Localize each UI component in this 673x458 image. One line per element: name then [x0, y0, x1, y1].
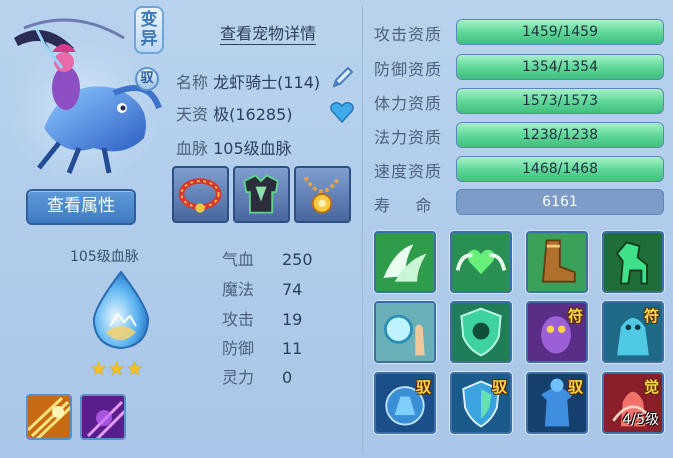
bloodline-row: 血脉 105级血脉 [176, 135, 292, 159]
water-drop-icon [88, 270, 154, 350]
equip-slot-necklace[interactable] [172, 166, 229, 223]
skill-level: 4/5级 [622, 412, 659, 428]
stat-row-attack: 攻击 19 [222, 306, 302, 330]
stat-label: 攻击 [222, 310, 255, 329]
bloodline-label: 血脉 [176, 139, 209, 158]
skill-tag: 符 [643, 307, 659, 325]
skill-tag: 驭 [567, 378, 583, 396]
stat-value: 11 [282, 339, 303, 358]
skill-awaken[interactable]: 觉 4/5级 [602, 372, 664, 434]
mutation-badge: 变异 [134, 6, 164, 54]
skill-slot-small-2[interactable] [80, 394, 126, 440]
name-value: 龙虾骑士(114) [213, 73, 321, 92]
armor-icon [243, 174, 279, 214]
aptitude-value: 1459/1459 [522, 24, 598, 40]
heart-icon[interactable] [330, 101, 354, 124]
stat-value: 250 [282, 250, 313, 269]
stat-label: 魔法 [222, 280, 255, 299]
skill-wings[interactable] [374, 231, 436, 293]
name-row: 名称 龙虾骑士(114) [176, 69, 320, 93]
skill-shield-green[interactable] [450, 301, 512, 363]
aptitude-label-magic: 法力资质 [374, 128, 443, 147]
aptitude-value: 1354/1354 [522, 59, 598, 75]
column-divider [362, 6, 363, 452]
stat-value: 0 [282, 368, 293, 387]
skill-tag: 觉 [643, 378, 659, 396]
stat-value: 74 [282, 280, 303, 299]
aptitude-bar-stamina: 1573/1573 [456, 88, 664, 114]
skill-slot-small-1[interactable] [26, 394, 72, 440]
skill-rune-ghost-cyan[interactable]: 符 [602, 301, 664, 363]
stat-label: 气血 [222, 250, 255, 269]
skill-palm-orb[interactable] [374, 301, 436, 363]
skill-yu-water[interactable]: 驭 [374, 372, 436, 434]
equip-slot-amulet[interactable] [294, 166, 351, 223]
skill-tag: 驭 [491, 378, 507, 396]
name-label: 名称 [176, 73, 209, 92]
aptitude-bar-speed: 1468/1468 [456, 156, 664, 182]
skill-yu-body[interactable]: 驭 [526, 372, 588, 434]
stat-row-hp: 气血 250 [222, 246, 313, 270]
stat-row-defense: 防御 11 [222, 335, 302, 359]
star-rating: ★★★ [90, 358, 145, 380]
aptitude-label-defense: 防御资质 [374, 60, 443, 79]
aptitude-value: 1238/1238 [522, 127, 598, 143]
skill-rune-ghost-purple[interactable]: 符 [526, 301, 588, 363]
talent-value: 极(16285) [213, 105, 293, 124]
amulet-icon [303, 176, 341, 214]
bloodline-value: 105级血脉 [213, 139, 292, 158]
stat-row-spirit: 灵力 0 [222, 364, 292, 388]
equip-slot-armor[interactable] [233, 166, 290, 223]
aptitude-label-attack: 攻击资质 [374, 25, 443, 44]
talent-label: 天资 [176, 105, 209, 124]
skill-tag: 符 [567, 307, 583, 325]
aptitude-value: 1468/1468 [522, 161, 598, 177]
stat-value: 19 [282, 310, 303, 329]
skill-heart-wings[interactable] [450, 231, 512, 293]
aptitude-value: 1573/1573 [522, 93, 598, 109]
lifespan-label: 寿 命 [374, 196, 433, 215]
skill-horse[interactable] [602, 231, 664, 293]
talent-row: 天资 极(16285) [176, 101, 293, 125]
lifespan-value: 6161 [456, 189, 664, 215]
mutation-label: 变异 [140, 10, 158, 49]
stat-label: 防御 [222, 339, 255, 358]
stat-row-mp: 魔法 74 [222, 276, 302, 300]
edit-icon[interactable] [330, 64, 356, 90]
aptitude-label-speed: 速度资质 [374, 162, 443, 181]
skill-tag: 驭 [415, 378, 431, 396]
skill-yu-shield[interactable]: 驭 [450, 372, 512, 434]
view-pet-details-link[interactable]: 查看宠物详情 [220, 20, 317, 45]
aptitude-bar-magic: 1238/1238 [456, 122, 664, 148]
aptitude-label-stamina: 体力资质 [374, 94, 443, 113]
bloodline-badge-title: 105级血脉 [70, 249, 139, 265]
stat-label: 灵力 [222, 368, 255, 387]
skill-boots[interactable] [526, 231, 588, 293]
view-attributes-button[interactable]: 查看属性 [26, 189, 136, 225]
yu-badge: 驭 [135, 67, 159, 91]
aptitude-bar-defense: 1354/1354 [456, 54, 664, 80]
aptitude-bar-attack: 1459/1459 [456, 19, 664, 45]
necklace-icon [178, 178, 222, 213]
